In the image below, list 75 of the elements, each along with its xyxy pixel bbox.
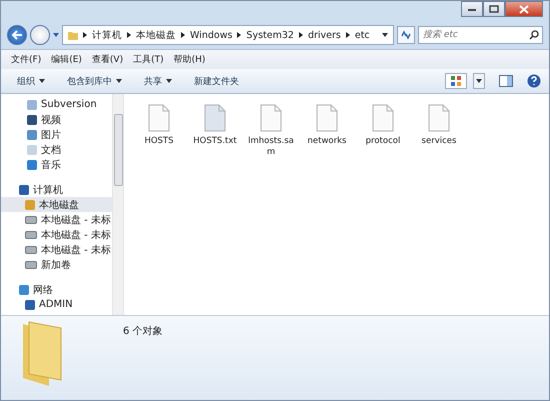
back-arrow-icon [11,30,23,40]
sidebar-item[interactable]: 本地磁盘 [1,197,112,212]
chevron-icon[interactable] [237,32,242,38]
sidebar-item[interactable]: 视频 [1,112,112,127]
file-item[interactable]: HOSTS [136,104,182,147]
menu-item[interactable]: 文件(F) [11,53,42,66]
chevron-icon[interactable] [181,32,185,38]
sidebar-item[interactable]: 计算机 [1,182,112,197]
item-count: 6 个对象 [123,324,163,338]
document-icon [428,104,450,132]
breadcrumb[interactable]: etc [354,30,370,40]
nav-icon [19,184,29,194]
maximize-icon [489,5,499,13]
toolbar-button[interactable]: 共享 [136,72,180,90]
minimize-icon [467,6,477,12]
menu-item[interactable]: 查看(V) [92,53,124,66]
sidebar-item[interactable]: Subversion [1,97,112,112]
sidebar-item[interactable]: 本地磁盘 - 未标 [1,212,112,227]
chevron-icon[interactable] [83,32,87,38]
menu-item[interactable]: 帮助(H) [174,53,206,66]
breadcrumb[interactable]: Windows [190,30,232,40]
chevron-icon[interactable] [298,32,303,38]
toolbar-button[interactable]: 组织 [9,72,53,90]
file-item[interactable]: protocol [360,104,406,147]
search-icon[interactable] [529,30,539,40]
file-item[interactable]: networks [304,104,350,147]
menu-item[interactable]: 编辑(E) [51,53,82,66]
view-dropdown-button[interactable] [473,73,485,89]
sidebar-item[interactable]: ADMIN [1,297,112,312]
close-button[interactable] [505,1,543,17]
maximize-button[interactable] [483,1,505,17]
search-field[interactable]: 搜索 etc [418,26,543,44]
file-item[interactable]: HOSTS.txt [192,104,238,147]
view-options-button[interactable] [445,73,467,89]
sidebar-item[interactable]: 网络 [1,282,112,297]
folder-icon [68,30,78,40]
preview-pane-icon[interactable] [499,75,513,87]
text-document-icon [204,104,226,132]
minimize-button[interactable] [461,1,483,17]
document-icon [372,104,394,132]
caret-icon [476,79,482,83]
back-button[interactable] [7,25,27,45]
menu-item[interactable]: 工具(T) [133,53,164,66]
breadcrumb[interactable]: 本地磁盘 [136,28,176,42]
views-icon [450,75,462,87]
dropdown-caret-icon[interactable] [382,33,388,37]
close-icon [519,4,529,14]
toolbar-button[interactable]: 包含到库中 [59,72,130,90]
file-item[interactable]: lmhosts.sam [248,104,294,158]
caret-icon [39,79,45,83]
document-icon [260,104,282,132]
chevron-icon[interactable] [127,32,131,38]
sidebar-item[interactable]: 文档 [1,142,112,157]
sidebar-item[interactable]: 本地磁盘 - 未标 [1,227,112,242]
refresh-button[interactable] [397,26,415,44]
breadcrumb[interactable]: drivers [308,30,341,40]
history-caret-icon[interactable] [53,33,59,37]
breadcrumb[interactable]: 计算机 [92,28,122,42]
caret-icon [166,79,172,83]
toolbar-button[interactable]: 新建文件夹 [186,72,247,90]
document-icon [148,104,170,132]
sidebar-item[interactable]: 音乐 [1,157,112,172]
nav-icon [19,284,29,294]
file-item[interactable]: services [416,104,462,147]
chevron-icon[interactable] [346,32,350,38]
help-icon[interactable] [527,74,541,88]
sidebar-item[interactable]: 本地磁盘 - 未标 [1,242,112,257]
sidebar-item[interactable]: 图片 [1,127,112,142]
scrollbar[interactable] [112,94,123,315]
address-bar[interactable]: 计算机 本地磁盘 Windows System32 drivers etc [62,25,394,45]
forward-button[interactable] [30,25,50,45]
breadcrumb[interactable]: System32 [246,30,294,40]
document-icon [316,104,338,132]
sidebar-item[interactable]: 新加卷 [1,257,112,272]
caret-icon [116,79,122,83]
